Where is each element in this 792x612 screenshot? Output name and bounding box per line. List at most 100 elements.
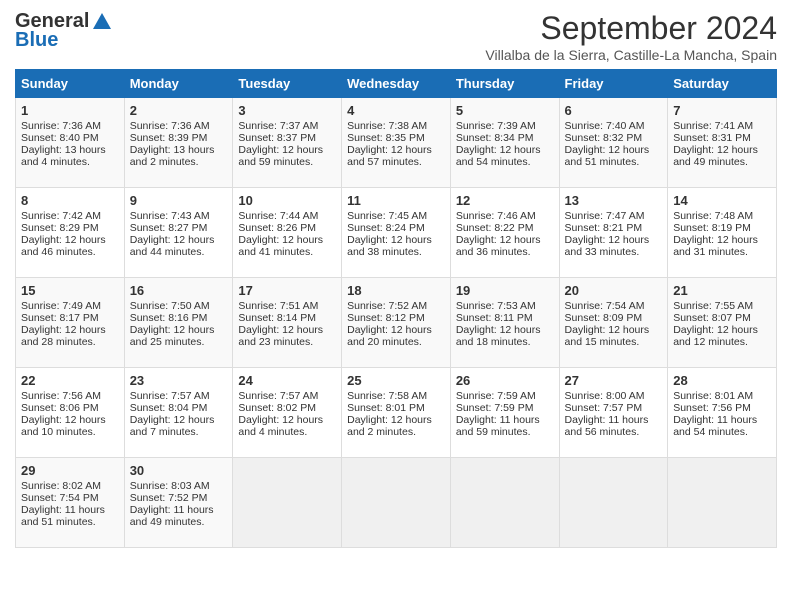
sunset: Sunset: 7:56 PM	[673, 402, 751, 414]
sunset: Sunset: 8:19 PM	[673, 222, 751, 234]
daylight: Daylight: 12 hours and 49 minutes.	[673, 144, 758, 168]
sunrise: Sunrise: 7:56 AM	[21, 390, 101, 402]
daylight: Daylight: 13 hours and 4 minutes.	[21, 144, 106, 168]
calendar-cell	[559, 458, 668, 548]
calendar-cell: 23Sunrise: 7:57 AMSunset: 8:04 PMDayligh…	[124, 368, 233, 458]
title-area: September 2024 Villalba de la Sierra, Ca…	[485, 10, 777, 63]
header-row: Sunday Monday Tuesday Wednesday Thursday…	[16, 70, 777, 98]
sunrise: Sunrise: 7:45 AM	[347, 210, 427, 222]
sunrise: Sunrise: 7:39 AM	[456, 120, 536, 132]
calendar-cell: 13Sunrise: 7:47 AMSunset: 8:21 PMDayligh…	[559, 188, 668, 278]
day-number: 18	[347, 283, 445, 298]
sunrise: Sunrise: 7:59 AM	[456, 390, 536, 402]
sunset: Sunset: 8:22 PM	[456, 222, 534, 234]
sunrise: Sunrise: 7:36 AM	[21, 120, 101, 132]
calendar-table: Sunday Monday Tuesday Wednesday Thursday…	[15, 69, 777, 548]
day-number: 11	[347, 193, 445, 208]
sunset: Sunset: 7:59 PM	[456, 402, 534, 414]
sunrise: Sunrise: 7:37 AM	[238, 120, 318, 132]
calendar-cell: 3Sunrise: 7:37 AMSunset: 8:37 PMDaylight…	[233, 98, 342, 188]
calendar-cell: 10Sunrise: 7:44 AMSunset: 8:26 PMDayligh…	[233, 188, 342, 278]
location-title: Villalba de la Sierra, Castille-La Manch…	[485, 47, 777, 63]
calendar-cell: 30Sunrise: 8:03 AMSunset: 7:52 PMDayligh…	[124, 458, 233, 548]
sunrise: Sunrise: 7:58 AM	[347, 390, 427, 402]
sunset: Sunset: 8:12 PM	[347, 312, 425, 324]
sunrise: Sunrise: 7:38 AM	[347, 120, 427, 132]
sunrise: Sunrise: 7:55 AM	[673, 300, 753, 312]
sunset: Sunset: 8:09 PM	[565, 312, 643, 324]
day-number: 10	[238, 193, 336, 208]
sunrise: Sunrise: 7:47 AM	[565, 210, 645, 222]
daylight: Daylight: 11 hours and 51 minutes.	[21, 504, 105, 528]
sunset: Sunset: 7:57 PM	[565, 402, 643, 414]
sunset: Sunset: 8:02 PM	[238, 402, 316, 414]
day-number: 16	[130, 283, 228, 298]
daylight: Daylight: 12 hours and 51 minutes.	[565, 144, 650, 168]
sunrise: Sunrise: 7:43 AM	[130, 210, 210, 222]
calendar-cell: 20Sunrise: 7:54 AMSunset: 8:09 PMDayligh…	[559, 278, 668, 368]
calendar-cell: 15Sunrise: 7:49 AMSunset: 8:17 PMDayligh…	[16, 278, 125, 368]
daylight: Daylight: 12 hours and 31 minutes.	[673, 234, 758, 258]
day-number: 15	[21, 283, 119, 298]
calendar-cell: 19Sunrise: 7:53 AMSunset: 8:11 PMDayligh…	[450, 278, 559, 368]
sunrise: Sunrise: 7:40 AM	[565, 120, 645, 132]
sunset: Sunset: 8:29 PM	[21, 222, 99, 234]
day-number: 20	[565, 283, 663, 298]
sunrise: Sunrise: 7:57 AM	[130, 390, 210, 402]
calendar-week-5: 29Sunrise: 8:02 AMSunset: 7:54 PMDayligh…	[16, 458, 777, 548]
daylight: Daylight: 13 hours and 2 minutes.	[130, 144, 215, 168]
day-number: 26	[456, 373, 554, 388]
calendar-cell: 12Sunrise: 7:46 AMSunset: 8:22 PMDayligh…	[450, 188, 559, 278]
logo-icon	[91, 11, 113, 33]
day-number: 6	[565, 103, 663, 118]
calendar-week-4: 22Sunrise: 7:56 AMSunset: 8:06 PMDayligh…	[16, 368, 777, 458]
sunset: Sunset: 8:21 PM	[565, 222, 643, 234]
sunrise: Sunrise: 8:02 AM	[21, 480, 101, 492]
sunset: Sunset: 8:01 PM	[347, 402, 425, 414]
sunset: Sunset: 8:16 PM	[130, 312, 208, 324]
calendar-cell: 11Sunrise: 7:45 AMSunset: 8:24 PMDayligh…	[342, 188, 451, 278]
daylight: Daylight: 11 hours and 59 minutes.	[456, 414, 540, 438]
sunrise: Sunrise: 7:51 AM	[238, 300, 318, 312]
calendar-week-3: 15Sunrise: 7:49 AMSunset: 8:17 PMDayligh…	[16, 278, 777, 368]
day-number: 3	[238, 103, 336, 118]
daylight: Daylight: 12 hours and 25 minutes.	[130, 324, 215, 348]
day-number: 7	[673, 103, 771, 118]
sunrise: Sunrise: 7:50 AM	[130, 300, 210, 312]
sunset: Sunset: 8:40 PM	[21, 132, 99, 144]
calendar-cell: 4Sunrise: 7:38 AMSunset: 8:35 PMDaylight…	[342, 98, 451, 188]
sunrise: Sunrise: 7:49 AM	[21, 300, 101, 312]
sunset: Sunset: 8:06 PM	[21, 402, 99, 414]
sunset: Sunset: 8:27 PM	[130, 222, 208, 234]
sunrise: Sunrise: 7:48 AM	[673, 210, 753, 222]
calendar-cell: 5Sunrise: 7:39 AMSunset: 8:34 PMDaylight…	[450, 98, 559, 188]
day-number: 23	[130, 373, 228, 388]
sunrise: Sunrise: 7:46 AM	[456, 210, 536, 222]
day-number: 25	[347, 373, 445, 388]
calendar-cell: 1Sunrise: 7:36 AMSunset: 8:40 PMDaylight…	[16, 98, 125, 188]
day-number: 22	[21, 373, 119, 388]
calendar-cell: 24Sunrise: 7:57 AMSunset: 8:02 PMDayligh…	[233, 368, 342, 458]
daylight: Daylight: 12 hours and 18 minutes.	[456, 324, 541, 348]
daylight: Daylight: 12 hours and 12 minutes.	[673, 324, 758, 348]
day-number: 30	[130, 463, 228, 478]
sunset: Sunset: 7:54 PM	[21, 492, 99, 504]
day-number: 13	[565, 193, 663, 208]
sunset: Sunset: 8:32 PM	[565, 132, 643, 144]
day-number: 14	[673, 193, 771, 208]
sunrise: Sunrise: 8:03 AM	[130, 480, 210, 492]
day-number: 27	[565, 373, 663, 388]
daylight: Daylight: 12 hours and 10 minutes.	[21, 414, 106, 438]
day-number: 24	[238, 373, 336, 388]
sunset: Sunset: 8:37 PM	[238, 132, 316, 144]
sunrise: Sunrise: 7:52 AM	[347, 300, 427, 312]
daylight: Daylight: 12 hours and 2 minutes.	[347, 414, 432, 438]
col-tuesday: Tuesday	[233, 70, 342, 98]
daylight: Daylight: 12 hours and 23 minutes.	[238, 324, 323, 348]
daylight: Daylight: 11 hours and 56 minutes.	[565, 414, 649, 438]
daylight: Daylight: 12 hours and 41 minutes.	[238, 234, 323, 258]
sunrise: Sunrise: 7:54 AM	[565, 300, 645, 312]
calendar-cell	[668, 458, 777, 548]
calendar-cell: 14 Sunrise: 7:48 AMSunset: 8:19 PMDayligh…	[668, 188, 777, 278]
calendar-cell: 16 Sunrise: 7:50 AMSunset: 8:16 PMDayligh…	[124, 278, 233, 368]
